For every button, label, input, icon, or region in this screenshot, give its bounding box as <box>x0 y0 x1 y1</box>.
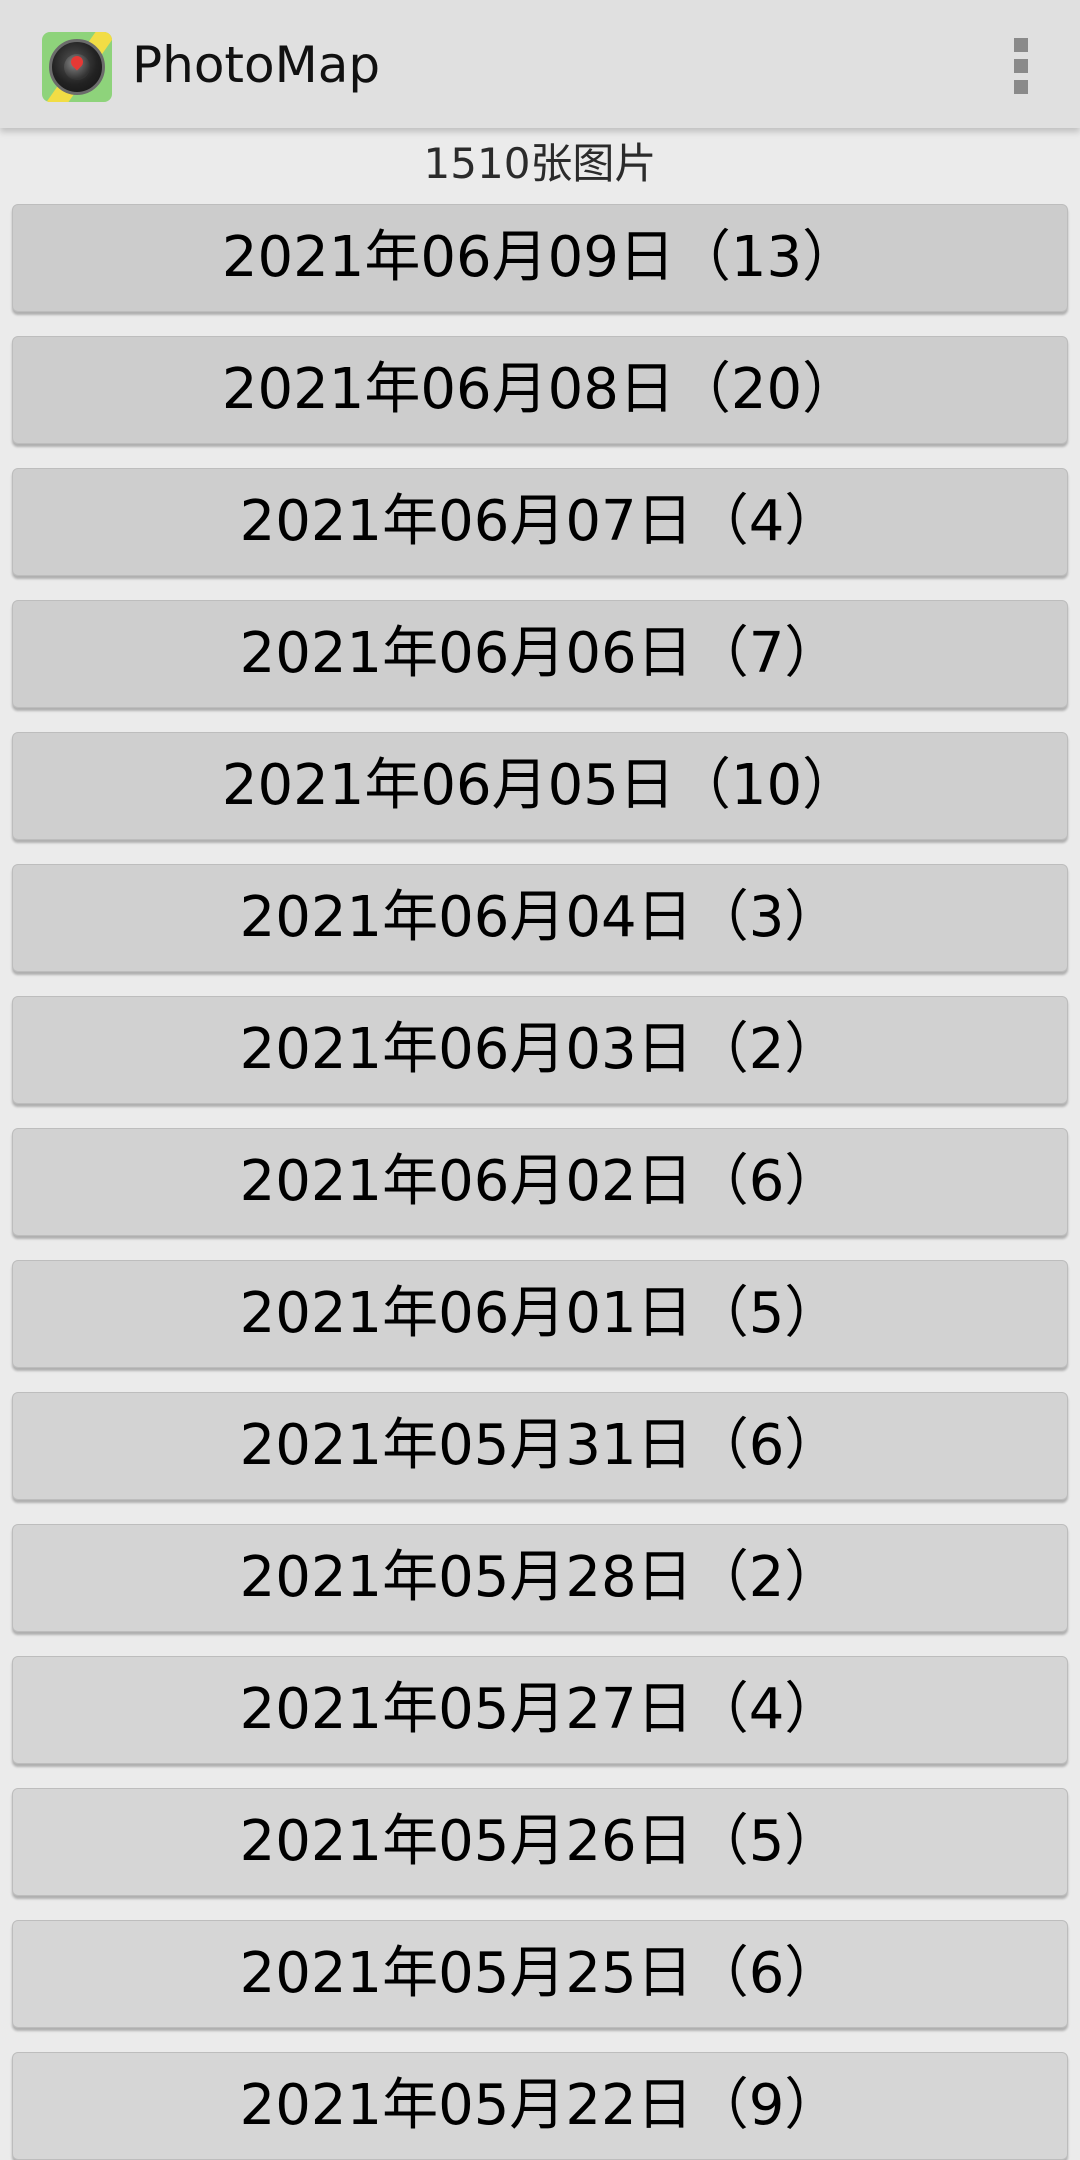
date-button[interactable]: 2021年06月08日（20） <box>12 336 1068 444</box>
date-button[interactable]: 2021年05月26日（5） <box>12 1788 1068 1896</box>
date-button[interactable]: 2021年06月02日（6） <box>12 1128 1068 1236</box>
date-button[interactable]: 2021年06月09日（13） <box>12 204 1068 312</box>
app-bar: PhotoMap <box>0 0 1080 128</box>
date-button[interactable]: 2021年06月07日（4） <box>12 468 1068 576</box>
date-button[interactable]: 2021年06月03日（2） <box>12 996 1068 1104</box>
date-button[interactable]: 2021年05月22日（9） <box>12 2052 1068 2160</box>
photo-count-label: 1510张图片 <box>423 139 657 188</box>
photomap-app-icon <box>42 32 112 102</box>
app-title: PhotoMap <box>132 36 381 94</box>
date-button[interactable]: 2021年06月06日（7） <box>12 600 1068 708</box>
date-button[interactable]: 2021年05月25日（6） <box>12 1920 1068 2028</box>
date-button[interactable]: 2021年06月01日（5） <box>12 1260 1068 1368</box>
date-button[interactable]: 2021年06月05日（10） <box>12 732 1068 840</box>
more-vert-icon[interactable] <box>1006 36 1036 96</box>
date-button[interactable]: 2021年06月04日（3） <box>12 864 1068 972</box>
date-button[interactable]: 2021年05月31日（6） <box>12 1392 1068 1500</box>
date-button[interactable]: 2021年05月28日（2） <box>12 1524 1068 1632</box>
date-button[interactable]: 2021年05月27日（4） <box>12 1656 1068 1764</box>
